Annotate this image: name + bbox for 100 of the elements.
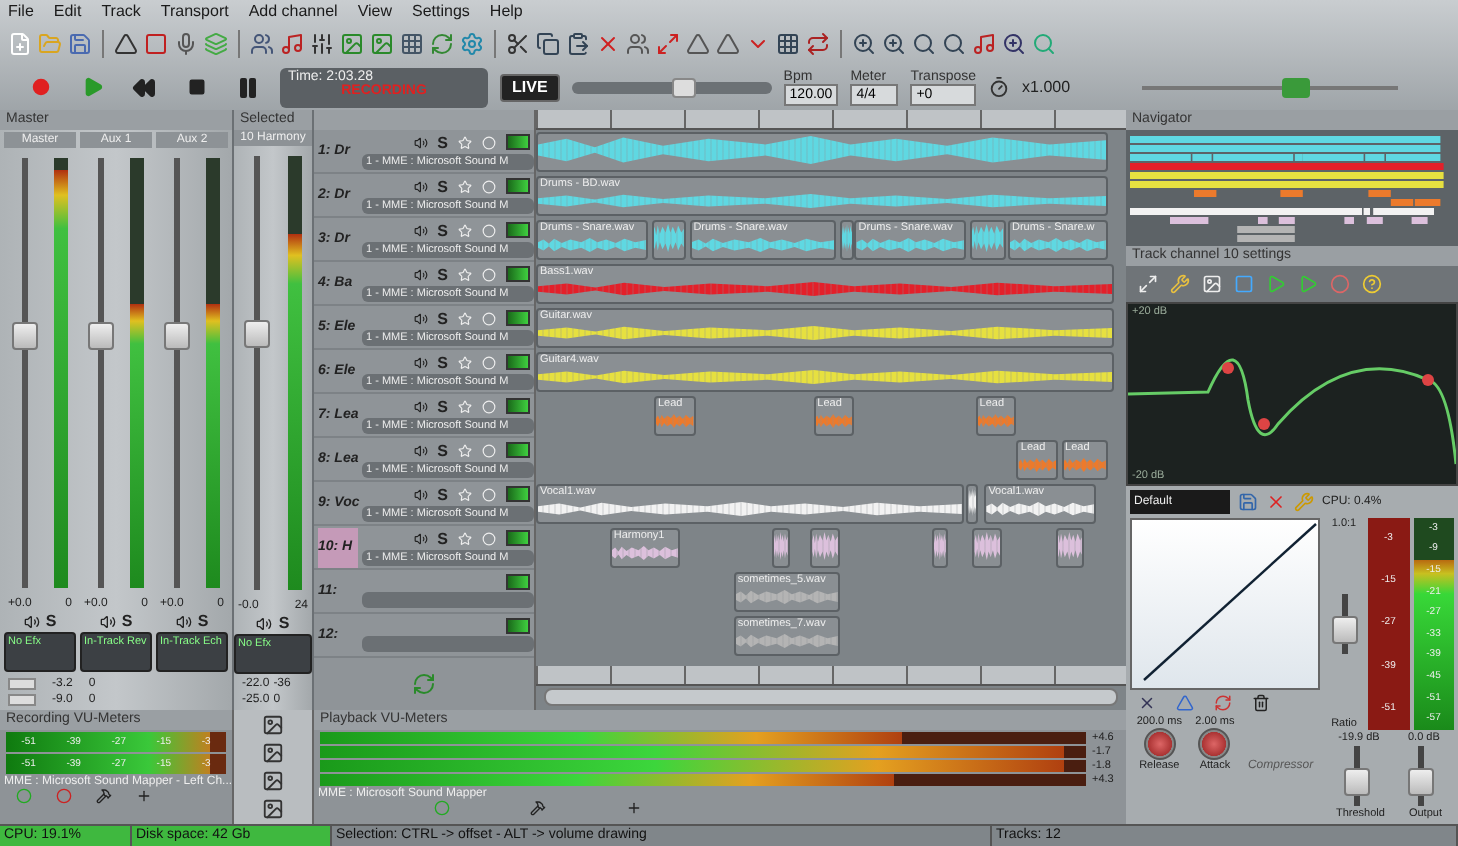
audio-clip[interactable] bbox=[931, 528, 949, 568]
speaker-icon[interactable] bbox=[23, 613, 40, 629]
live-button[interactable]: LIVE bbox=[500, 73, 560, 101]
rewind-icon[interactable] bbox=[132, 75, 156, 99]
solo-button[interactable]: S bbox=[437, 133, 448, 151]
menu-item[interactable]: Edit bbox=[53, 1, 82, 21]
compressor-curve-drawing[interactable] bbox=[1130, 518, 1320, 690]
search-icon[interactable] bbox=[942, 31, 966, 55]
speaker-icon[interactable] bbox=[413, 311, 428, 325]
speaker-icon[interactable] bbox=[256, 615, 273, 631]
audio-clip[interactable] bbox=[536, 132, 1109, 172]
release-knob[interactable] bbox=[1143, 728, 1176, 760]
solo-button[interactable]: S bbox=[437, 221, 448, 239]
wrench-icon[interactable] bbox=[1170, 274, 1190, 294]
solo-button[interactable]: S bbox=[121, 612, 133, 630]
audio-clip[interactable] bbox=[810, 528, 840, 568]
audio-clip[interactable] bbox=[1055, 528, 1085, 568]
star-icon[interactable] bbox=[458, 135, 472, 149]
fader-handle[interactable] bbox=[1331, 616, 1357, 645]
solo-button[interactable]: S bbox=[278, 614, 290, 632]
music-icon[interactable] bbox=[280, 31, 304, 55]
timer-icon[interactable] bbox=[988, 76, 1011, 98]
audio-clip[interactable] bbox=[839, 220, 855, 260]
scrollbar[interactable] bbox=[544, 688, 1118, 706]
zoom-in-icon[interactable] bbox=[882, 31, 906, 55]
zoom-in-icon[interactable] bbox=[852, 31, 876, 55]
menu-item[interactable]: Transport bbox=[160, 1, 229, 21]
speaker-icon[interactable] bbox=[413, 135, 428, 149]
solo-button[interactable]: S bbox=[437, 265, 448, 283]
speaker-icon[interactable] bbox=[99, 613, 116, 629]
send-fader[interactable] bbox=[8, 694, 36, 706]
speaker-icon[interactable] bbox=[413, 223, 428, 237]
send-fader[interactable] bbox=[8, 678, 36, 690]
solo-button[interactable]: S bbox=[437, 309, 448, 327]
menu-item[interactable]: Help bbox=[489, 1, 523, 21]
audio-clip[interactable] bbox=[972, 528, 1003, 568]
new-file-icon[interactable] bbox=[8, 31, 32, 55]
speaker-icon[interactable] bbox=[175, 613, 192, 629]
solo-button[interactable]: S bbox=[437, 177, 448, 195]
hammer-icon[interactable] bbox=[530, 800, 546, 816]
solo-button[interactable]: S bbox=[197, 612, 209, 630]
solo-button[interactable]: S bbox=[45, 612, 57, 630]
navigator-overview-drawing[interactable] bbox=[1126, 130, 1458, 246]
speaker-icon[interactable] bbox=[413, 487, 428, 501]
device-field[interactable] bbox=[362, 636, 534, 652]
menu-item[interactable]: Track bbox=[101, 1, 141, 21]
menu-item[interactable]: Add channel bbox=[248, 1, 338, 21]
grid-icon[interactable] bbox=[400, 31, 424, 55]
delete-icon[interactable] bbox=[596, 31, 620, 55]
solo-button[interactable]: S bbox=[437, 441, 448, 459]
star-icon[interactable] bbox=[458, 223, 472, 237]
sliders-icon[interactable] bbox=[310, 31, 334, 55]
speaker-icon[interactable] bbox=[413, 531, 428, 545]
star-icon[interactable] bbox=[458, 179, 472, 193]
save-icon[interactable] bbox=[1238, 492, 1258, 512]
solo-button[interactable]: S bbox=[437, 353, 448, 371]
stop-icon[interactable] bbox=[187, 78, 205, 96]
audio-clip[interactable] bbox=[772, 528, 790, 568]
settings-icon[interactable] bbox=[460, 31, 484, 55]
star-icon[interactable] bbox=[458, 399, 472, 413]
users-icon[interactable] bbox=[250, 31, 274, 55]
menu-item[interactable]: View bbox=[357, 1, 393, 21]
device-field[interactable] bbox=[362, 592, 534, 608]
solo-button[interactable]: S bbox=[437, 485, 448, 503]
solo-button[interactable]: S bbox=[437, 397, 448, 415]
star-icon[interactable] bbox=[458, 531, 472, 545]
star-icon[interactable] bbox=[458, 311, 472, 325]
cut-icon[interactable] bbox=[506, 31, 530, 55]
star-icon[interactable] bbox=[458, 267, 472, 281]
star-icon[interactable] bbox=[458, 443, 472, 457]
hammer-icon[interactable] bbox=[96, 788, 112, 804]
refresh-icon[interactable] bbox=[430, 31, 454, 55]
plus-icon[interactable] bbox=[626, 800, 642, 816]
trash-icon[interactable] bbox=[1252, 694, 1270, 712]
square-icon[interactable] bbox=[1234, 274, 1254, 294]
speaker-icon[interactable] bbox=[413, 267, 428, 281]
menu-item[interactable]: File bbox=[8, 1, 34, 21]
fader-handle[interactable] bbox=[88, 321, 114, 350]
search-icon[interactable] bbox=[912, 31, 936, 55]
audio-clip[interactable] bbox=[966, 484, 979, 524]
attack-knob[interactable] bbox=[1198, 728, 1231, 760]
menu-item[interactable]: Settings bbox=[412, 1, 470, 21]
slider-thumb[interactable] bbox=[671, 77, 696, 97]
delete-icon[interactable] bbox=[1266, 492, 1286, 512]
image-icon[interactable] bbox=[370, 31, 394, 55]
microphone-icon[interactable] bbox=[174, 31, 198, 55]
grid-icon[interactable] bbox=[776, 31, 800, 55]
star-icon[interactable] bbox=[458, 487, 472, 501]
fader-handle[interactable] bbox=[243, 320, 270, 349]
paste-icon[interactable] bbox=[566, 31, 590, 55]
users-icon[interactable] bbox=[626, 31, 650, 55]
position-slider[interactable] bbox=[571, 81, 772, 93]
speaker-icon[interactable] bbox=[413, 355, 428, 369]
help-icon[interactable] bbox=[1362, 274, 1382, 294]
slider-thumb[interactable] bbox=[1281, 77, 1310, 97]
plus-icon[interactable] bbox=[136, 788, 152, 804]
copy-icon[interactable] bbox=[536, 31, 560, 55]
audio-clip[interactable] bbox=[651, 220, 687, 260]
loop-icon[interactable] bbox=[806, 31, 830, 55]
save-icon[interactable] bbox=[68, 31, 92, 55]
